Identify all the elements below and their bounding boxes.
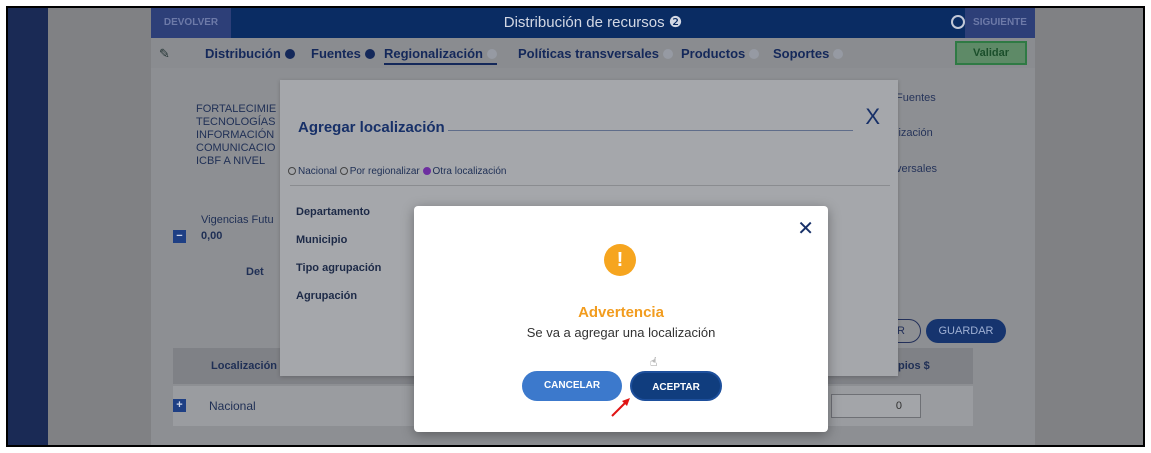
right-rail bbox=[1033, 8, 1143, 445]
history-icon[interactable] bbox=[951, 15, 965, 29]
validate-button[interactable]: Validar bbox=[955, 41, 1027, 65]
radio-icon bbox=[339, 167, 348, 175]
project-text-line: INFORMACIÓN bbox=[196, 129, 275, 141]
save-button[interactable]: GUARDAR bbox=[926, 319, 1006, 343]
next-button[interactable]: SIGUIENTE bbox=[965, 8, 1035, 38]
value-input[interactable]: 0 bbox=[831, 394, 921, 418]
location-type-radios: Nacional Por regionalizar Otra localizac… bbox=[288, 166, 506, 177]
close-icon[interactable]: ✕ bbox=[797, 216, 814, 241]
radio-icon bbox=[288, 167, 296, 175]
tab-bar: ✎ Distribución Fuentes Regionalización P… bbox=[151, 38, 1035, 68]
field-label-departamento: Departamento bbox=[296, 206, 370, 218]
column-header-localizacion: Localización bbox=[211, 360, 278, 372]
title-divider bbox=[448, 130, 853, 131]
page-title: Distribución de recursos ❷ bbox=[503, 14, 683, 31]
status-dot-icon bbox=[833, 49, 844, 59]
cancel-button[interactable]: CANCELAR bbox=[522, 371, 622, 401]
project-text-line: FORTALECIMIE bbox=[196, 103, 277, 115]
project-text-line: TECNOLOGÍAS bbox=[196, 116, 276, 128]
tab-soportes[interactable]: Soportes bbox=[773, 46, 844, 61]
status-dot-icon bbox=[364, 49, 375, 59]
status-dot-icon bbox=[486, 49, 497, 59]
column-header-value: pios $ bbox=[898, 360, 930, 372]
tab-fuentes[interactable]: Fuentes bbox=[311, 46, 375, 61]
field-label-agrupacion: Agrupación bbox=[296, 290, 358, 302]
tab-productos[interactable]: Productos bbox=[681, 46, 760, 61]
warning-dialog: ✕ ! Advertencia Se va a agregar una loca… bbox=[414, 206, 828, 432]
side-label: versales bbox=[896, 163, 937, 175]
tab-distribucion[interactable]: Distribución bbox=[205, 46, 295, 61]
dialog-message: Se va a agregar una localización bbox=[526, 325, 716, 340]
expand-icon[interactable]: + bbox=[173, 399, 186, 412]
status-dot-icon bbox=[749, 49, 760, 59]
project-text-line: ICBF A NIVEL bbox=[196, 155, 266, 167]
hand-cursor-icon: ☝ bbox=[650, 355, 658, 369]
tab-regionalizacion[interactable]: Regionalización bbox=[384, 46, 497, 65]
radio-por-regionalizar[interactable]: Por regionalizar bbox=[339, 166, 420, 177]
top-bar: DEVOLVER Distribución de recursos ❷ SIGU… bbox=[151, 8, 1035, 38]
close-icon[interactable]: X bbox=[865, 104, 880, 130]
radio-nacional[interactable]: Nacional bbox=[288, 166, 337, 177]
modal-title: Agregar localización bbox=[298, 119, 445, 136]
accept-button[interactable]: ACEPTAR bbox=[630, 371, 722, 401]
left-rail bbox=[8, 8, 48, 445]
status-dot-icon bbox=[284, 49, 295, 59]
pencil-icon[interactable]: ✎ bbox=[159, 46, 170, 62]
collapse-icon[interactable]: − bbox=[173, 230, 186, 243]
tab-politicas-transversales[interactable]: Políticas transversales bbox=[518, 46, 673, 61]
field-label-tipo-agrupacion: Tipo agrupación bbox=[296, 262, 382, 274]
divider bbox=[290, 185, 890, 186]
app-frame: DEVOLVER Distribución de recursos ❷ SIGU… bbox=[6, 6, 1145, 447]
arrow-icon bbox=[611, 398, 630, 417]
dialog-title: Advertencia bbox=[578, 304, 664, 321]
radio-icon bbox=[422, 167, 431, 175]
row-label: Nacional bbox=[209, 399, 256, 413]
vigencias-value: 0,00 bbox=[201, 230, 223, 242]
vigencias-label: Vigencias Futu bbox=[201, 214, 274, 226]
project-text-line: COMUNICACIO bbox=[196, 142, 276, 154]
side-label: Fuentes bbox=[896, 92, 936, 104]
side-label: lización bbox=[896, 127, 933, 139]
detail-label[interactable]: Det bbox=[246, 266, 264, 278]
radio-otra-localizacion[interactable]: Otra localización bbox=[422, 166, 506, 177]
status-dot-icon bbox=[662, 49, 673, 59]
field-label-municipio: Municipio bbox=[296, 234, 348, 246]
warning-icon: ! bbox=[604, 244, 636, 276]
